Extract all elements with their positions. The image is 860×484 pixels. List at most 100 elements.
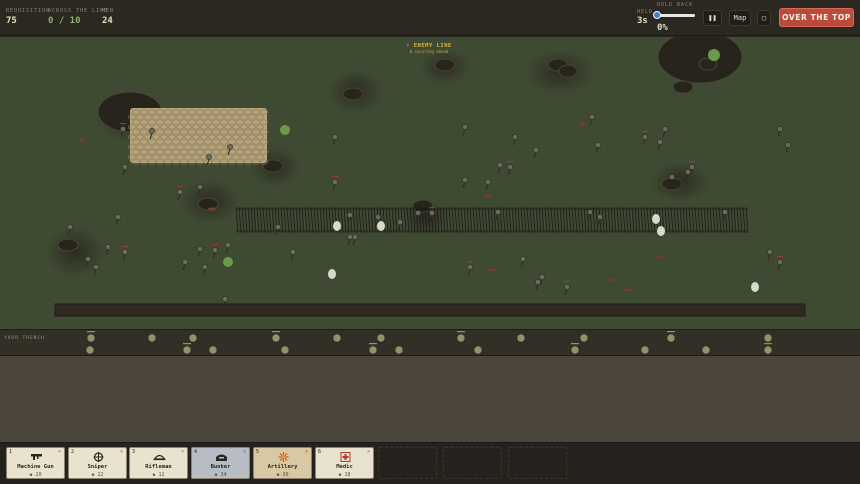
sandbag-wall xyxy=(127,108,269,165)
map-button[interactable]: Map xyxy=(729,10,751,26)
enemy-line-marker: ⚡ ENEMY LINE 0 securing ahead xyxy=(404,43,454,54)
medic-cross-icon xyxy=(340,452,351,462)
card-name: Medic xyxy=(336,464,353,470)
trench-units xyxy=(85,331,773,355)
helmet-icon xyxy=(153,454,166,461)
trench-soldier xyxy=(640,345,650,355)
held-stat: HELD 3s xyxy=(637,9,653,26)
trench-soldier xyxy=(701,345,711,355)
card-name: Machine Gun xyxy=(17,464,54,470)
empty-card-slot xyxy=(378,447,437,479)
fallen-soldier xyxy=(656,255,664,259)
hold-back-value: 0% xyxy=(657,23,668,33)
hold-back-slider-knob[interactable] xyxy=(653,11,661,19)
card-artillery[interactable]: 5 × Artillery ◆ 30 xyxy=(253,447,312,479)
battlefield[interactable]: ⚡ ENEMY LINE 0 securing ahead xyxy=(0,37,860,329)
soldier-unit xyxy=(520,256,526,268)
soldier-unit xyxy=(589,114,595,126)
card-cost: ◆ 30 xyxy=(276,472,289,478)
soldier-unit xyxy=(539,274,545,286)
over-the-top-button[interactable]: OVER THE TOP xyxy=(779,8,854,27)
hold-back-control: HOLD BACK 0% xyxy=(653,2,699,33)
trench-soldier xyxy=(456,331,466,343)
card-bunker[interactable]: 4 × Bunker ◆ 34 xyxy=(191,447,250,479)
card-cost: ◆ 34 xyxy=(214,472,227,478)
front-trench xyxy=(54,303,806,317)
requisition-value: 75 xyxy=(6,16,17,26)
card-key: 5 xyxy=(256,449,260,455)
soldier-unit xyxy=(122,164,128,176)
bush xyxy=(708,49,720,61)
explosion-icon xyxy=(278,452,289,462)
soldier-unit xyxy=(202,264,208,276)
soldier-unit xyxy=(777,256,783,271)
trench-soldier xyxy=(376,333,386,343)
soldier-unit xyxy=(507,161,513,176)
trench-soldier xyxy=(147,333,157,343)
supply-marker xyxy=(333,221,341,231)
card-close-icon: × xyxy=(119,449,123,455)
men-value: 24 xyxy=(102,16,113,26)
soldier-unit xyxy=(225,242,231,254)
fallen-soldier xyxy=(488,268,496,272)
card-name: Artillery xyxy=(267,464,298,470)
trench-soldier xyxy=(666,331,676,343)
trench-soldier xyxy=(182,343,192,355)
card-name: Bunker xyxy=(210,464,231,470)
supply-marker xyxy=(377,221,385,231)
trench-soldier xyxy=(368,343,378,355)
card-sniper[interactable]: 2 × Sniper ◆ 22 xyxy=(68,447,127,479)
empty-card-slot xyxy=(443,447,502,479)
fallen-soldier xyxy=(624,288,632,292)
card-cost: ◆ 12 xyxy=(152,472,165,478)
held-label: HELD xyxy=(637,9,654,15)
bunker-icon xyxy=(216,454,227,461)
fallen-soldier xyxy=(608,278,616,282)
trench-soldier xyxy=(473,345,483,355)
fallen-soldier xyxy=(78,138,86,142)
card-cost: ◆ 22 xyxy=(91,472,104,478)
fallen-soldier xyxy=(208,207,216,211)
supply-marker xyxy=(657,226,665,236)
soldier-unit xyxy=(332,176,338,191)
across-the-line-label: ACROSS THE LINE xyxy=(48,8,109,14)
soldier-unit xyxy=(485,179,491,191)
card-rifleman[interactable]: 3 × Rifleman ◆ 12 xyxy=(129,447,188,479)
card-close-icon: × xyxy=(242,449,246,455)
trench-soldier xyxy=(86,331,96,343)
card-cost: ◆ 20 xyxy=(29,472,42,478)
trench-soldier xyxy=(394,345,404,355)
card-medic[interactable]: 6 × Medic ◆ 18 xyxy=(315,447,374,479)
your-trench[interactable] xyxy=(0,329,860,356)
fallen-soldier xyxy=(484,194,492,198)
card-close-icon: × xyxy=(57,449,61,455)
card-key: 2 xyxy=(71,449,75,455)
soldier-unit xyxy=(777,126,783,138)
across-the-line-stat: ACROSS THE LINE 0 / 10 xyxy=(48,8,108,26)
card-close-icon: × xyxy=(304,449,308,455)
requisition-stat: REQUISITION 75 xyxy=(6,8,50,26)
across-the-line-value: 0 / 10 xyxy=(48,16,81,26)
trench-soldier xyxy=(516,333,526,343)
card-machine-gun[interactable]: 1 × Machine Gun ◆ 20 xyxy=(6,447,65,479)
barbed-wire xyxy=(235,206,749,234)
soldier-unit xyxy=(785,142,791,154)
soldier-unit xyxy=(212,244,218,259)
pause-button[interactable]: ❚❚ xyxy=(703,10,722,26)
empty-card-slot xyxy=(508,447,567,479)
bush xyxy=(223,257,233,267)
hold-back-slider[interactable] xyxy=(653,11,695,19)
soldier-unit xyxy=(105,244,111,256)
trench-soldier xyxy=(332,333,342,343)
soldier-unit xyxy=(533,147,539,159)
soldier-unit xyxy=(462,124,468,136)
soldier-unit xyxy=(662,126,668,138)
trench-soldier xyxy=(763,343,773,355)
supply-marker xyxy=(751,282,759,292)
fullscreen-button[interactable]: ▢ xyxy=(757,10,771,26)
machine-gun-icon xyxy=(31,454,42,460)
men-stat: MEN 24 xyxy=(102,8,114,26)
soldier-unit xyxy=(197,246,203,258)
trench-soldier xyxy=(271,331,281,343)
fallen-soldier xyxy=(578,122,586,126)
